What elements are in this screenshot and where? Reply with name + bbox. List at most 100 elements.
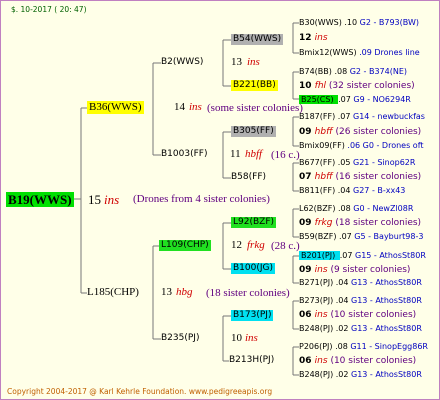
gen1-top-number: 14 xyxy=(174,101,185,113)
gen3-b2-queen: B58(FF) xyxy=(231,172,267,182)
gen4-ref: G13 - AthosSt80R xyxy=(351,370,422,379)
gen4-year: .08 xyxy=(334,67,350,76)
gen4-year: .05 xyxy=(337,158,354,167)
gen4-ref: G15 - AthosSt80R xyxy=(355,251,426,260)
gen4-row: B74(BB) .08 G2 - B374(NE) xyxy=(299,66,407,77)
gen2-a-code: ins xyxy=(247,56,260,68)
gen4-code: hbff xyxy=(314,127,336,137)
gen4-year: .07 xyxy=(339,251,355,260)
gen4-year: .08 xyxy=(335,342,351,351)
gen4-queen: Bmix09(FF) xyxy=(299,141,348,150)
connector-root xyxy=(73,107,87,294)
gen4-code: ins xyxy=(314,310,331,320)
gen4-queen: B248(PJ) xyxy=(299,324,336,333)
gen2-d-code: ins xyxy=(245,332,258,344)
gen4-ref: G2 - B793(BW) xyxy=(359,18,419,27)
gen4-ref: G21 - Sinop62R xyxy=(353,158,416,167)
gen4-ref: G5 - Bayburt98-3 xyxy=(354,232,424,241)
gen4-code: frkg xyxy=(314,218,336,228)
gen4-year: .10 xyxy=(344,18,360,27)
gen4-number: 09 xyxy=(299,265,315,275)
gen1-top-queen: B36(WWS) xyxy=(87,101,144,114)
gen4-queen: B248(PJ) xyxy=(299,370,336,379)
gen4-number: 07 xyxy=(299,172,315,182)
gen4-queen: B187(FF) xyxy=(299,112,338,121)
gen4-row: B273(PJ) .04 G13 - AthosSt80R xyxy=(299,295,422,306)
gen2-c-number: 12 xyxy=(231,239,242,251)
gen3-c2-queen: B100(JG) xyxy=(231,263,276,274)
gen4-code: fhl xyxy=(314,81,329,91)
gen2-b-number: 11 xyxy=(230,148,241,160)
gen1-top-code: ins xyxy=(189,101,202,113)
gen2-b-queen: B1003(FF) xyxy=(161,149,208,159)
gen2-d-number: 10 xyxy=(231,332,242,344)
gen4-ref: G0 - NewZl08R xyxy=(353,204,414,213)
connector-b2 xyxy=(222,39,231,87)
gen4-row: 06 ins (10 sister colonies) xyxy=(299,310,416,321)
gen3-c1-queen: L92(BZF) xyxy=(231,217,277,228)
root-number: 15 xyxy=(88,192,101,207)
gen4-ref: G13 - AthosSt80R xyxy=(351,324,422,333)
gen4-queen: B30(WWS) xyxy=(299,18,345,27)
gen1-bottom-note: (18 sister colonies) xyxy=(206,287,290,299)
gen4-number: 09 xyxy=(299,218,315,228)
gen4-year: .08 xyxy=(338,204,354,213)
gen4-queen: B74(BB) xyxy=(299,67,335,76)
gen4-queen: B59(BZF) xyxy=(299,232,340,241)
connector-l109 xyxy=(222,222,231,270)
gen4-year: .04 xyxy=(335,296,351,305)
gen4-row: 09 frkg (18 sister colonies) xyxy=(299,218,421,229)
gen1-bottom-queen: L185(CHP) xyxy=(87,286,139,298)
gen4-row: Bmix09(FF) .06 G0 - Drones oft xyxy=(299,140,424,151)
gen4-number: 06 xyxy=(299,356,315,366)
gen4-row: B248(PJ) .02 G13 - AthosSt80R xyxy=(299,323,422,334)
gen4-ref: G13 - AthosSt80R xyxy=(351,296,422,305)
gen4-ref: G11 - SinopEgg86R xyxy=(350,342,428,351)
gen4-queen: B271(PJ) xyxy=(299,278,336,287)
gen2-a-queen: B2(WWS) xyxy=(161,57,204,67)
gen4-year: .04 xyxy=(335,278,351,287)
gen4-year: .07 xyxy=(339,232,355,241)
gen4-code: ins xyxy=(314,33,328,43)
gen1-bottom-number: 13 xyxy=(161,286,172,298)
gen4-row: 07 hbff (16 sister colonies) xyxy=(299,172,421,183)
gen4-year: .02 xyxy=(335,370,351,379)
connector-l185 xyxy=(152,245,161,340)
gen4-queen: B811(FF) xyxy=(299,186,338,195)
gen4-code: hbff xyxy=(314,172,336,182)
gen4-row: L62(BZF) .08 G0 - NewZl08R xyxy=(299,203,413,214)
gen4-row: P206(PJ) .08 G11 - SinopEgg86R xyxy=(299,341,428,352)
gen4-row: B30(WWS) .10 G2 - B793(BW) xyxy=(299,17,419,28)
pedigree-frame: $. 10-2017 ( 20: 47) B19(WWS) 15 ins (Dr… xyxy=(0,0,440,400)
gen2-c-code: frkg xyxy=(247,239,265,251)
gen4-year: .04 xyxy=(337,186,354,195)
gen4-ref: G27 - B-xx43 xyxy=(353,186,406,195)
gen4-ref: G9 - NO6294R xyxy=(353,95,411,104)
gen4-year: .07 xyxy=(337,112,354,121)
gen4-number: 10 xyxy=(299,81,315,91)
gen4-note: (18 sister colonies) xyxy=(335,218,422,228)
gen4-queen: B201(PJ) xyxy=(299,251,340,260)
gen4-code: ins xyxy=(314,265,331,275)
gen2-a-number: 13 xyxy=(231,56,242,68)
root-note: (Drones from 4 sister colonies) xyxy=(133,193,270,205)
gen4-row: B248(PJ) .02 G13 - AthosSt80R xyxy=(299,369,422,380)
gen4-row: 09 ins (9 sister colonies) xyxy=(299,265,410,276)
gen4-row: B25(CS) .07 G9 - NO6294R xyxy=(299,94,411,105)
root-code: ins xyxy=(104,192,120,207)
gen4-row: B59(BZF) .07 G5 - Bayburt98-3 xyxy=(299,231,423,242)
gen2-c-note: (28 c.) xyxy=(271,240,300,252)
gen4-queen: Bmix12(WWS) xyxy=(299,48,360,57)
gen4-year: .02 xyxy=(335,324,351,333)
gen3-a1-queen: B54(WWS) xyxy=(231,34,284,45)
gen4-ref: .09 Drones line xyxy=(359,48,420,57)
gen2-b-code: hbff xyxy=(245,148,263,160)
gen4-queen: B273(PJ) xyxy=(299,296,336,305)
gen4-ref: .06 G0 - Drones oft xyxy=(347,141,424,150)
gen3-d2-queen: B213H(PJ) xyxy=(229,355,275,365)
gen4-note: (10 sister colonies) xyxy=(330,310,417,320)
gen4-row: 10 fhl (32 sister colonies) xyxy=(299,81,415,92)
gen3-d1-queen: B173(PJ) xyxy=(231,310,274,321)
connector-b36 xyxy=(152,62,161,156)
gen4-ref: G2 - B374(NE) xyxy=(349,67,408,76)
